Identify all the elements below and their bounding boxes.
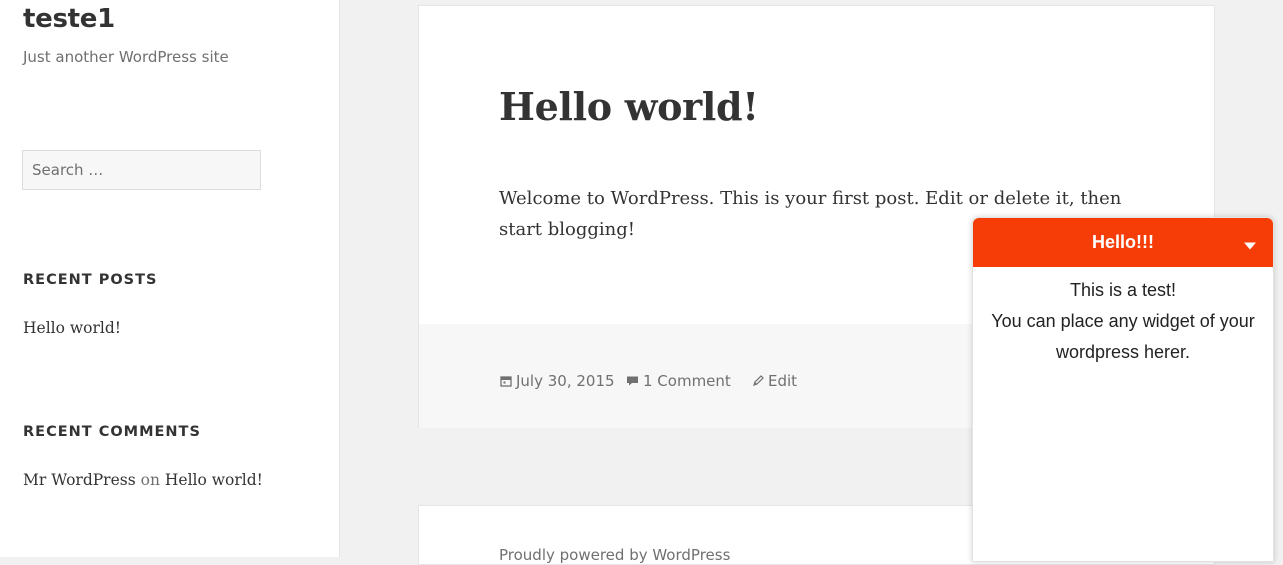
- post-comments-label: 1 Comment: [643, 372, 731, 390]
- post-edit-link[interactable]: Edit: [752, 372, 797, 390]
- site-title[interactable]: teste1: [23, 4, 115, 34]
- post-date[interactable]: July 30, 2015: [500, 372, 615, 390]
- floating-widget: Hello!!! This is a test! You can place a…: [972, 217, 1274, 562]
- floating-widget-line-1: This is a test!: [1069, 280, 1177, 300]
- recent-post-link[interactable]: Hello world!: [23, 319, 121, 337]
- floating-widget-title: Hello!!!: [1092, 232, 1154, 252]
- post-comments-link[interactable]: 1 Comment: [626, 372, 731, 390]
- floating-widget-body: This is a test! You can place any widget…: [973, 275, 1273, 368]
- site-description: Just another WordPress site: [23, 48, 229, 66]
- recent-comment-item: Mr WordPress on Hello world!: [23, 471, 263, 489]
- comment-on-text: on: [140, 471, 160, 489]
- comment-icon: [626, 375, 639, 387]
- recent-posts-title: RECENT POSTS: [23, 272, 158, 288]
- sidebar: teste1 Just another WordPress site RECEN…: [0, 0, 340, 557]
- recent-comments-title: RECENT COMMENTS: [23, 424, 201, 440]
- comment-post-link[interactable]: Hello world!: [165, 471, 263, 489]
- post-date-label: July 30, 2015: [516, 372, 615, 390]
- post-title[interactable]: Hello world!: [499, 84, 759, 129]
- calendar-icon: [500, 375, 512, 387]
- footer-credit[interactable]: Proudly powered by WordPress: [499, 546, 730, 564]
- post-edit-label: Edit: [768, 372, 798, 390]
- pencil-icon: [752, 375, 764, 387]
- floating-widget-header[interactable]: Hello!!!: [973, 218, 1273, 267]
- floating-widget-line-2: You can place any widget of your wordpre…: [991, 311, 1255, 362]
- caret-down-icon[interactable]: [1243, 236, 1257, 250]
- search-input[interactable]: [22, 150, 261, 190]
- comment-author-link[interactable]: Mr WordPress: [23, 471, 136, 489]
